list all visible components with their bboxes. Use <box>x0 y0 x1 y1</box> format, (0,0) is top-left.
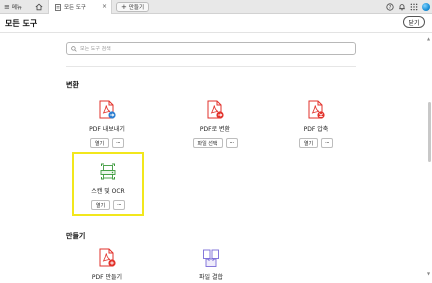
more-options-button[interactable]: ··· <box>321 138 334 148</box>
open-button[interactable]: 열기 <box>298 138 319 148</box>
search-box[interactable] <box>66 42 356 55</box>
pdf-export-icon <box>99 100 116 119</box>
section-title-create: 만들기 <box>66 232 86 240</box>
search-icon <box>71 45 77 52</box>
new-tab-button[interactable]: + 만들기 <box>116 2 150 12</box>
tool-actions: 열기 ··· <box>298 138 334 148</box>
scan-ocr-icon <box>100 163 116 180</box>
open-button[interactable]: 열기 <box>89 138 110 148</box>
scroll-thumb[interactable] <box>428 102 431 162</box>
create-pdf-icon <box>99 248 116 267</box>
avatar[interactable] <box>422 3 430 11</box>
document-icon <box>55 3 61 11</box>
more-options-button[interactable]: ··· <box>225 138 238 148</box>
tool-label: 스캔 및 OCR <box>91 188 125 195</box>
section-title-convert: 변환 <box>66 81 79 89</box>
divider <box>66 66 356 67</box>
choose-file-button[interactable]: 파일 선택 <box>192 138 223 148</box>
close-tab-icon[interactable]: × <box>102 0 107 14</box>
help-icon[interactable]: ? <box>386 3 394 11</box>
bell-icon[interactable] <box>398 3 406 11</box>
new-label: 만들기 <box>128 5 145 11</box>
tool-compress-pdf[interactable]: PDF 압축 열기 ··· <box>282 100 350 148</box>
tool-label: PDF로 변환 <box>199 126 231 133</box>
search-input[interactable] <box>80 45 340 52</box>
more-options-button[interactable]: ··· <box>113 200 126 210</box>
tool-scan-ocr[interactable]: 스캔 및 OCR 열기 ··· <box>74 162 142 210</box>
tool-actions: 파일 선택 ··· <box>192 138 238 148</box>
tool-label: 파일 결합 <box>199 274 223 281</box>
create-pdf-icon <box>207 100 224 119</box>
home-icon <box>35 3 43 11</box>
plus-icon: + <box>121 2 127 11</box>
scrollbar[interactable]: ▲ ▼ <box>427 36 431 276</box>
tab-all-tools[interactable]: 모든 도구 × <box>48 0 112 14</box>
more-options-button[interactable]: ··· <box>112 138 125 148</box>
tool-pdf-export[interactable]: PDF 내보내기 열기 ··· <box>73 100 141 148</box>
apps-grid-icon[interactable] <box>410 3 418 11</box>
tab-label: 모든 도구 <box>64 5 86 11</box>
home-button[interactable] <box>32 0 46 14</box>
tool-actions: 열기 ··· <box>89 138 125 148</box>
tool-convert-to-pdf[interactable]: PDF로 변환 파일 선택 ··· <box>181 100 249 148</box>
tool-combine-files[interactable]: 파일 결합 <box>177 248 245 281</box>
scroll-up-icon[interactable]: ▲ <box>427 36 430 41</box>
menu-label: 메뉴 <box>11 5 22 11</box>
compress-pdf-icon <box>308 100 325 119</box>
page-title: 모든 도구 <box>5 19 38 28</box>
tool-label: PDF 압축 <box>303 126 329 133</box>
tab-bar: ≡ 메뉴 모든 도구 × + 만들기 ? <box>0 0 432 14</box>
tool-create-pdf[interactable]: PDF 만들기 <box>73 248 141 281</box>
tool-label: PDF 내보내기 <box>89 126 125 133</box>
open-button[interactable]: 열기 <box>90 200 111 210</box>
scroll-down-icon[interactable]: ▼ <box>427 271 430 276</box>
toolbar-right: ? <box>386 0 430 14</box>
divider <box>0 32 432 33</box>
tool-label: PDF 만들기 <box>91 274 123 281</box>
combine-files-icon <box>203 249 219 267</box>
tool-actions: 열기 ··· <box>90 200 126 210</box>
hamburger-icon: ≡ <box>4 2 10 11</box>
close-button[interactable]: 닫기 <box>403 16 425 28</box>
menu-button[interactable]: ≡ 메뉴 <box>2 0 30 14</box>
